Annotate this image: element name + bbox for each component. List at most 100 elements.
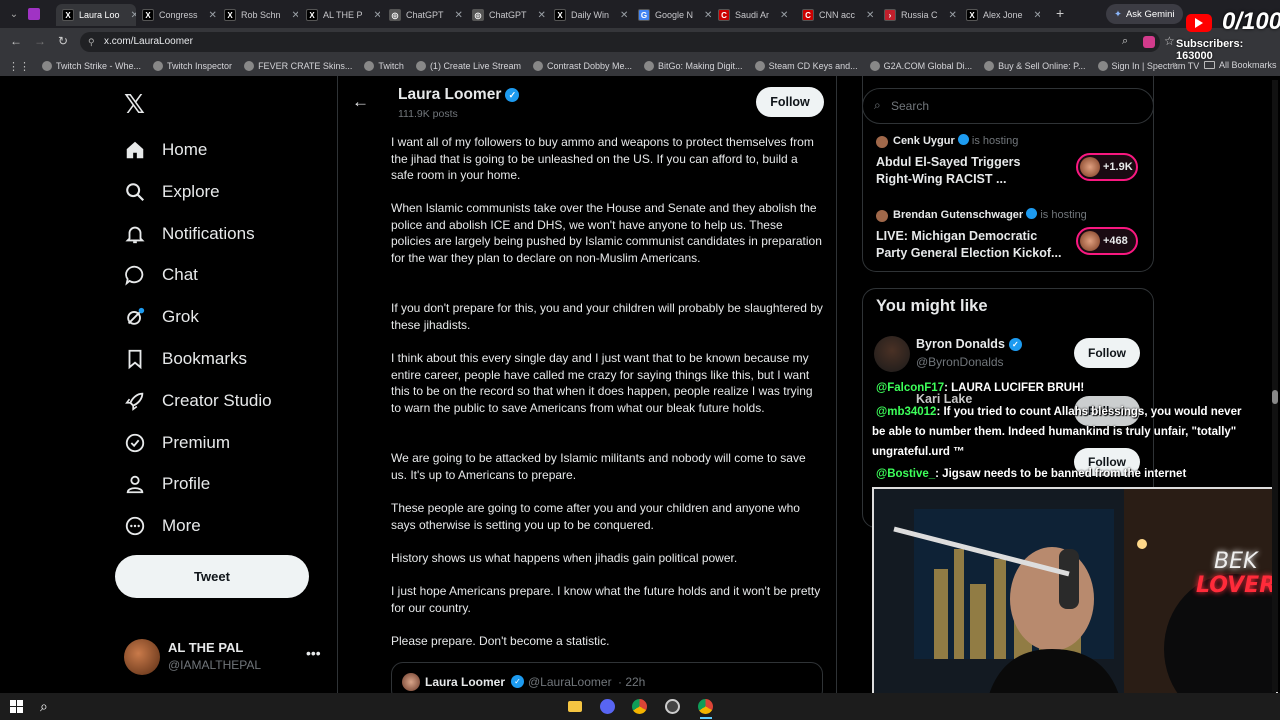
tab-favicon-icon: ◎ xyxy=(472,9,484,21)
browser-tab[interactable]: C Saudi Ar ✕ xyxy=(712,4,792,26)
new-tab-button[interactable]: + xyxy=(1056,5,1064,21)
nav-item-notifications[interactable]: Notifications xyxy=(124,223,255,245)
bookmark-label: (1) Create Live Stream xyxy=(429,61,521,71)
tab-close-icon[interactable]: ✕ xyxy=(455,10,463,21)
active-app-indicator xyxy=(700,717,712,719)
back-icon[interactable]: ← xyxy=(10,34,22,48)
app-icon[interactable] xyxy=(665,699,680,714)
forward-icon[interactable]: → xyxy=(34,34,46,48)
scrollbar-thumb[interactable] xyxy=(1272,390,1278,404)
follow-byron-button[interactable]: Follow xyxy=(1074,338,1140,368)
bookmark-favicon-icon xyxy=(532,61,543,71)
live-space-item[interactable]: Brendan Gutenschwager is hosting LIVE: Mi… xyxy=(874,207,1144,267)
tab-close-icon[interactable]: ✕ xyxy=(620,10,628,21)
nav-item-home[interactable]: Home xyxy=(124,139,207,161)
tab-favicon-icon: G xyxy=(638,9,650,21)
tab-search-icon[interactable]: ⌄ xyxy=(0,9,28,20)
back-arrow-icon[interactable]: ← xyxy=(352,92,369,112)
chat-username: @Bostive_ xyxy=(876,468,936,480)
person-icon xyxy=(126,475,144,494)
reload-icon[interactable]: ↻ xyxy=(58,34,68,48)
page-scrollbar[interactable] xyxy=(1272,80,1278,692)
tab-close-icon[interactable]: ✕ xyxy=(292,10,298,21)
browser-tab[interactable]: › Russia C ✕ xyxy=(878,4,958,26)
bookmark-item[interactable]: BitGo: Making Digit... xyxy=(644,61,743,71)
tweet-button[interactable]: Tweet xyxy=(115,555,309,598)
neon-sign-line2: LOVER xyxy=(1196,573,1277,598)
nav-item-creator-studio[interactable]: Creator Studio xyxy=(124,390,272,412)
browser-tab[interactable]: X Congress ✕ xyxy=(136,4,216,26)
live-space-item[interactable]: Cenk Uygur is hosting Abdul El-Sayed Trig… xyxy=(874,133,1144,193)
tab-close-icon[interactable]: ✕ xyxy=(949,10,957,21)
bookmark-label: Steam CD Keys and... xyxy=(768,61,858,71)
browser-tab[interactable]: X Laura Loo ✕ xyxy=(56,4,136,26)
bookmark-item[interactable]: FEVER CRATE Skins... xyxy=(244,61,352,71)
tab-label: ChatGPT xyxy=(489,10,527,20)
apps-icon[interactable]: ⋮⋮ xyxy=(8,60,30,73)
bookmark-item[interactable]: Twitch Strike - Whe... xyxy=(42,61,141,71)
tab-close-icon[interactable]: ✕ xyxy=(704,10,712,21)
chrome-active-icon[interactable] xyxy=(698,699,713,714)
bookmark-item[interactable]: Buy & Sell Online: P... xyxy=(984,61,1086,71)
bookmark-item[interactable]: Twitch xyxy=(364,61,404,71)
nav-item-label: Chat xyxy=(162,265,198,284)
extension-icon[interactable] xyxy=(1143,36,1155,48)
suggestion-handle: @ByronDonalds xyxy=(916,355,1004,369)
nav-item-bookmarks[interactable]: Bookmarks xyxy=(124,348,247,370)
taskbar-search-icon[interactable]: ⌕ xyxy=(40,698,48,715)
browser-tab[interactable]: ◎ ChatGPT ✕ xyxy=(383,4,463,26)
bookmark-item[interactable]: Contrast Dobby Me... xyxy=(532,61,633,71)
tab-close-icon[interactable]: ✕ xyxy=(538,10,546,21)
bookmark-favicon-icon xyxy=(244,61,255,71)
tab-close-icon[interactable]: ✕ xyxy=(209,10,216,21)
tab-close-icon[interactable]: ✕ xyxy=(374,10,380,21)
browser-tab[interactable]: X Daily Win ✕ xyxy=(548,4,628,26)
nav-item-chat[interactable]: Chat xyxy=(124,264,198,286)
windows-start-icon[interactable] xyxy=(10,700,23,713)
nav-item-label: Notifications xyxy=(162,224,255,243)
post-count: 111.9K posts xyxy=(398,108,458,120)
url-field[interactable]: ⚲ x.com/LauraLoomer xyxy=(80,32,1160,52)
nav-item-premium[interactable]: Premium xyxy=(124,432,230,454)
bookmark-item[interactable]: G2A.COM Global Di... xyxy=(869,61,972,71)
tab-close-icon[interactable]: ✕ xyxy=(866,10,874,21)
star-icon[interactable]: ☆ xyxy=(1164,34,1175,48)
ask-gemini-button[interactable]: ✦ Ask Gemini xyxy=(1106,4,1183,24)
bookmark-item[interactable]: Sign In | Spectrum TV xyxy=(1097,61,1200,71)
post-paragraph: History shows us what happens when jihad… xyxy=(391,551,738,565)
bookmark-label: FEVER CRATE Skins... xyxy=(258,61,353,71)
browser-tab[interactable]: G Google N ✕ xyxy=(632,4,712,26)
bookmark-label: Contrast Dobby Me... xyxy=(546,61,633,71)
tab-close-icon[interactable]: ✕ xyxy=(1034,10,1040,21)
bookmark-label: BitGo: Making Digit... xyxy=(658,61,743,71)
discord-icon[interactable] xyxy=(600,699,615,714)
file-explorer-icon[interactable] xyxy=(568,701,582,712)
nav-item-more[interactable]: More xyxy=(124,515,201,537)
nav-item-label: Explore xyxy=(162,182,220,201)
site-info-icon[interactable]: ⚲ xyxy=(88,32,95,52)
nav-item-grok[interactable]: Grok xyxy=(124,306,199,328)
browser-tab[interactable]: X Alex Jone ✕ xyxy=(960,4,1040,26)
post-paragraph: When Islamic communists take over the Ho… xyxy=(391,201,822,266)
chrome-icon[interactable] xyxy=(632,699,647,714)
bookmark-item[interactable]: (1) Create Live Stream xyxy=(415,61,521,71)
nav-item-profile[interactable]: Profile xyxy=(124,473,210,495)
follow-button[interactable]: Follow xyxy=(756,87,824,117)
tab-label: Rob Schn xyxy=(241,10,281,20)
account-switcher[interactable]: AL THE PAL @IAMALTHEPAL ••• xyxy=(122,637,322,677)
tab-close-icon[interactable]: ✕ xyxy=(780,10,788,21)
subscriber-count: Subscribers: 163000 xyxy=(1176,38,1244,62)
profile-name: Laura Loomer ✓ xyxy=(398,86,520,104)
more-dots-icon[interactable]: ••• xyxy=(306,645,321,661)
browser-tab[interactable]: X Rob Schn ✕ xyxy=(218,4,298,26)
nav-item-explore[interactable]: Explore xyxy=(124,181,220,203)
bookmark-label: Sign In | Spectrum TV xyxy=(1111,61,1200,71)
browser-tab[interactable]: ◎ ChatGPT ✕ xyxy=(466,4,546,26)
profile-icon[interactable] xyxy=(28,7,48,21)
bookmark-item[interactable]: Steam CD Keys and... xyxy=(754,61,858,71)
browser-tab[interactable]: X AL THE P ✕ xyxy=(300,4,380,26)
zoom-icon[interactable]: ⌕ xyxy=(1122,35,1128,48)
browser-tab[interactable]: C CNN acc ✕ xyxy=(796,4,876,26)
bookmark-item[interactable]: Twitch Inspector xyxy=(153,61,232,71)
x-logo[interactable]: 𝕏 xyxy=(124,90,145,120)
